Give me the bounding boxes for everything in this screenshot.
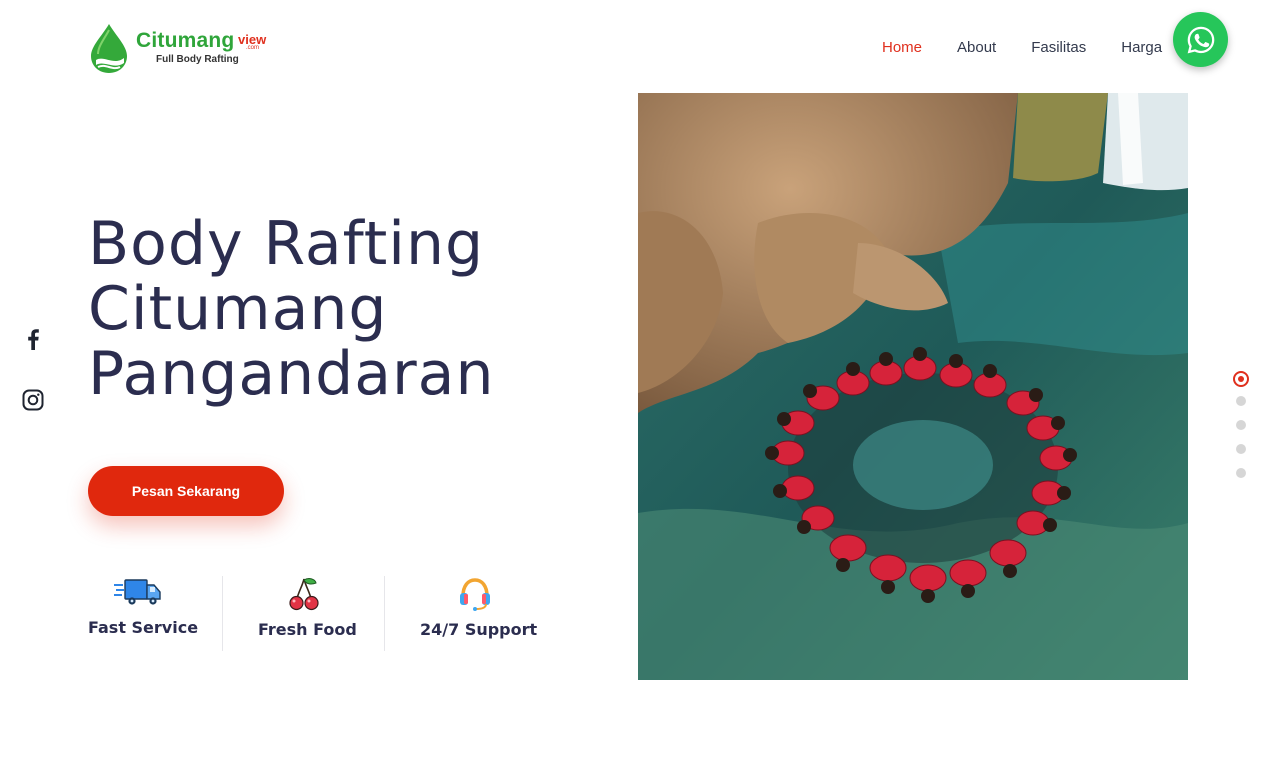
nav-item-harga[interactable]: Harga: [1121, 38, 1162, 58]
logo-name: Citumang: [136, 29, 235, 52]
main-nav: Home About Fasilitas Harga: [882, 38, 1162, 58]
feature-fresh-food: Fresh Food: [258, 576, 357, 639]
feature-label: 24/7 Support: [420, 620, 538, 639]
facebook-link[interactable]: [20, 326, 46, 352]
slider-dot-3[interactable]: [1236, 420, 1246, 430]
site-logo[interactable]: Citumang view .com Full Body Rafting: [88, 22, 278, 74]
logo-tagline: Full Body Rafting: [156, 54, 239, 65]
slider-dot-1[interactable]: [1233, 371, 1249, 387]
slider-pagination: [1232, 371, 1250, 492]
slider-dot-5[interactable]: [1236, 468, 1246, 478]
nav-item-home[interactable]: Home: [882, 38, 922, 58]
feature-divider: [384, 576, 385, 651]
hero-title: Body Rafting Citumang Pangandaran: [88, 212, 608, 407]
hero-title-line-2: Citumang: [88, 274, 388, 344]
logo-domain: .com: [246, 45, 260, 51]
facebook-icon: [28, 329, 39, 350]
headset-icon: [460, 578, 490, 611]
instagram-link[interactable]: [20, 387, 46, 413]
feature-fast-service: Fast Service: [88, 574, 199, 637]
nav-item-about[interactable]: About: [957, 38, 996, 58]
hero-title-line-3: Pangandaran: [88, 339, 495, 409]
slider-dot-4[interactable]: [1236, 444, 1246, 454]
feature-divider: [222, 576, 223, 651]
delivery-truck-icon: [114, 579, 161, 605]
slider-dot-2[interactable]: [1236, 396, 1246, 406]
feature-support: 24/7 Support: [420, 576, 538, 639]
feature-label: Fresh Food: [258, 620, 357, 639]
hero-title-line-1: Body Rafting: [88, 209, 485, 279]
whatsapp-button[interactable]: [1173, 12, 1228, 67]
cherry-icon: [289, 578, 319, 611]
order-now-button[interactable]: Pesan Sekarang: [88, 466, 284, 516]
leaf-drop-logo-icon: [91, 24, 127, 73]
whatsapp-icon: [1187, 26, 1214, 53]
nav-item-fasilitas[interactable]: Fasilitas: [1031, 38, 1086, 58]
feature-label: Fast Service: [88, 618, 199, 637]
river-rafting-photo: [638, 93, 1188, 680]
instagram-icon: [22, 389, 44, 411]
hero-photo-body-rafting: [638, 93, 1188, 680]
